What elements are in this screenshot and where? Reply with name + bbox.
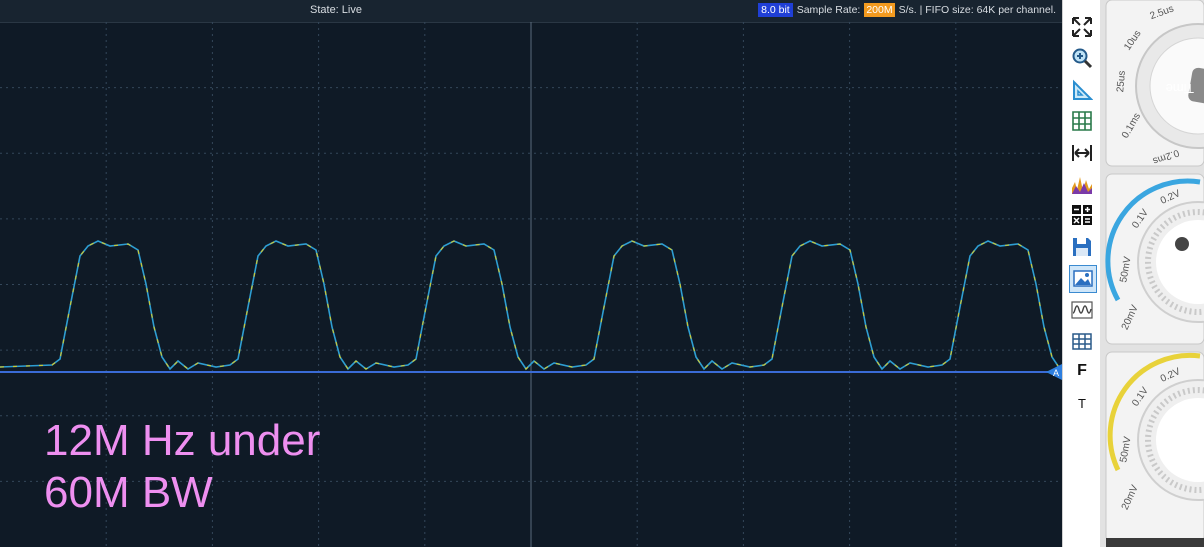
knob-panel: Time 2.5us 10us 25us 0.1ms 0.2ms 0.2V 0.… bbox=[1100, 0, 1204, 547]
f-toggle-button[interactable]: F bbox=[1069, 358, 1095, 384]
annotation-line-1: 12M Hz under bbox=[44, 416, 321, 465]
zoom-icon[interactable] bbox=[1069, 45, 1095, 71]
annotation-text: 12M Hz under 60M BW bbox=[44, 415, 320, 519]
cursor-width-icon[interactable] bbox=[1069, 140, 1095, 166]
waveform-icon[interactable] bbox=[1069, 297, 1095, 323]
trigger-marker[interactable]: A bbox=[1046, 364, 1062, 380]
annotation-line-2: 60M BW bbox=[44, 468, 213, 517]
state-label: State: Live bbox=[310, 4, 362, 16]
tool-sidebar: F T bbox=[1062, 0, 1101, 547]
sample-rate-value: 200M bbox=[864, 3, 895, 17]
sample-rate-prefix: Sample Rate: bbox=[796, 4, 861, 16]
time-knob-label: Time bbox=[1166, 81, 1194, 96]
sample-rate-suffix: S/s. | FIFO size: 64K per channel. bbox=[898, 4, 1056, 16]
grid-icon[interactable] bbox=[1069, 108, 1095, 134]
math-icon[interactable] bbox=[1069, 202, 1095, 228]
time-tick-25us: 25us bbox=[1115, 70, 1128, 93]
table-icon[interactable] bbox=[1069, 328, 1095, 354]
acquisition-info: 8.0 bit Sample Rate: 200M S/s. | FIFO si… bbox=[758, 3, 1056, 17]
save-icon[interactable] bbox=[1069, 234, 1095, 260]
measure-icon[interactable] bbox=[1069, 77, 1095, 103]
status-bar: State: Live 8.0 bit Sample Rate: 200M S/… bbox=[0, 0, 1062, 23]
screenshot-icon[interactable] bbox=[1069, 265, 1097, 293]
trigger-marker-label: A bbox=[1053, 368, 1059, 378]
t-toggle-button[interactable]: T bbox=[1069, 390, 1095, 416]
fullscreen-icon[interactable] bbox=[1069, 14, 1095, 40]
spectrum-icon[interactable] bbox=[1069, 172, 1095, 198]
bit-depth-badge: 8.0 bit bbox=[758, 3, 793, 17]
